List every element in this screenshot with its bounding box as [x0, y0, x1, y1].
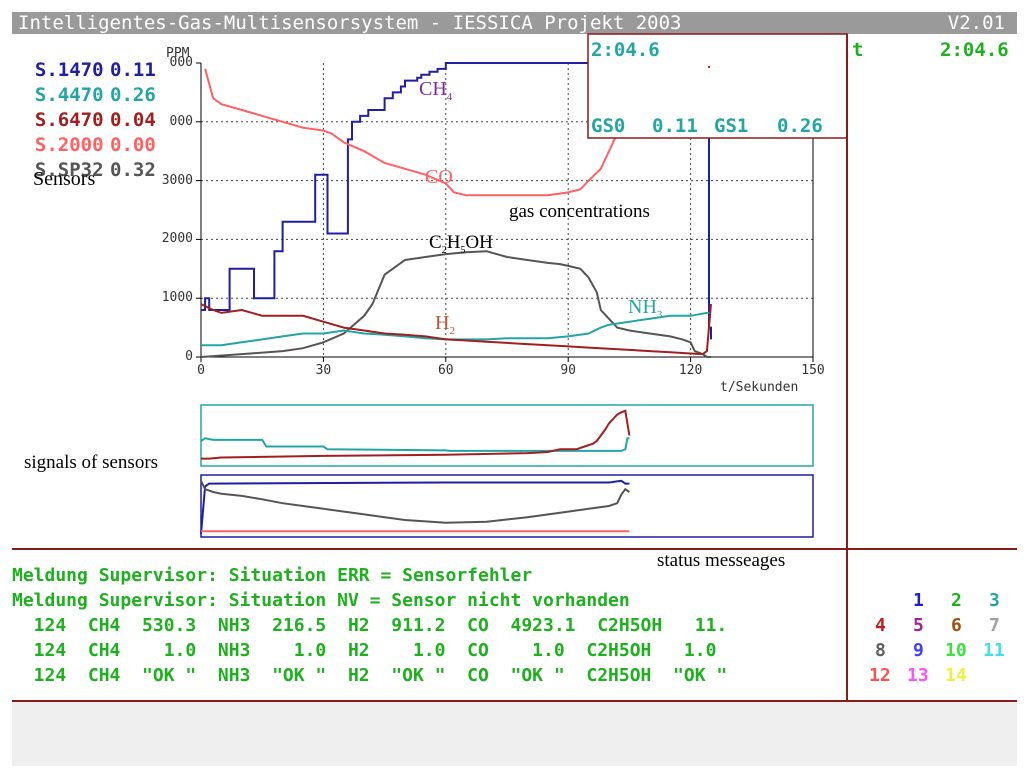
h2-label: H2: [435, 312, 455, 337]
y-tick-label: 3000: [161, 172, 193, 188]
signals-of-sensors-annotation: signals of sensors: [24, 452, 159, 473]
legend-color-14: 14: [945, 665, 967, 686]
legend-color-5: 5: [913, 615, 924, 636]
inner-time: 2:04.6: [591, 39, 660, 61]
signal-box-2: [200, 474, 814, 538]
legend-color-3: 3: [989, 590, 1000, 611]
x-tick-label: 60: [437, 363, 454, 378]
legend-color-10: 10: [945, 640, 967, 661]
y-tick-label: 0: [185, 349, 193, 364]
legend-color-12: 12: [869, 665, 891, 686]
message-line-2: Meldung Supervisor: Situation NV = Senso…: [12, 590, 630, 611]
t-value: 2:04.6: [940, 39, 1009, 61]
t-label: t: [852, 39, 864, 61]
legend-color-13: 13: [907, 665, 929, 686]
signal-line-2-1: [200, 479, 630, 535]
sensors-annotation: Sensors: [33, 168, 96, 190]
y-tick-label: 000: [169, 113, 193, 129]
gs1-value: 0.26: [777, 115, 823, 137]
gs0-value: 0.11: [652, 115, 698, 137]
gs0-label: GS0: [591, 115, 626, 137]
legend-color-15: 15: [983, 665, 1005, 686]
legend-color-8: 8: [875, 640, 886, 661]
co-label: CO: [425, 166, 453, 188]
x-tick-label: 90: [560, 363, 577, 378]
message-line-1: Meldung Supervisor: Situation ERR = Sens…: [12, 565, 533, 586]
series-line-co: [204, 68, 631, 197]
message-line-5: 124 CH4 "OK " NH3 "OK " H2 "OK " CO "OK …: [12, 665, 728, 686]
x-tick-label: 30: [315, 363, 332, 378]
time-panel-marker: [708, 66, 710, 68]
nh3-label: NH3: [628, 296, 663, 321]
x-axis-label: t/Sekunden: [720, 380, 799, 395]
ch4-label: CH4: [419, 78, 453, 103]
message-line-4: 124 CH4 1.0 NH3 1.0 H2 1.0 CO 1.0 C2H5OH…: [12, 640, 717, 661]
mini-chart-series: [200, 404, 814, 538]
signal-line-2-2: [200, 480, 630, 524]
message-line-3: 124 CH4 530.3 NH3 216.5 H2 911.2 CO 4923…: [12, 615, 728, 636]
legend-color-2: 2: [951, 590, 962, 611]
legend-color-7: 7: [989, 615, 1000, 636]
legend-color-1: 1: [913, 590, 924, 611]
gas-concentrations-annotation: gas concentrations: [509, 201, 650, 222]
gs1-label: GS1: [714, 115, 749, 137]
legend-color-9: 9: [913, 640, 924, 661]
status-messages-annotation: status messeages: [657, 550, 786, 571]
y-tick-label: 1000: [161, 290, 193, 306]
legend-color-4: 4: [875, 615, 886, 636]
footer-bar: [12, 702, 1017, 766]
y-tick-label: 2000: [161, 231, 193, 247]
c2h5oh-label: C2H5OH: [429, 232, 493, 256]
y-tick-label: 000: [169, 55, 193, 70]
x-tick-label: 120: [678, 363, 703, 378]
x-tick-label: 0: [197, 363, 205, 378]
x-tick-label: 150: [801, 363, 825, 378]
legend-color-6: 6: [951, 615, 962, 636]
legend-color-11: 11: [983, 640, 1005, 661]
